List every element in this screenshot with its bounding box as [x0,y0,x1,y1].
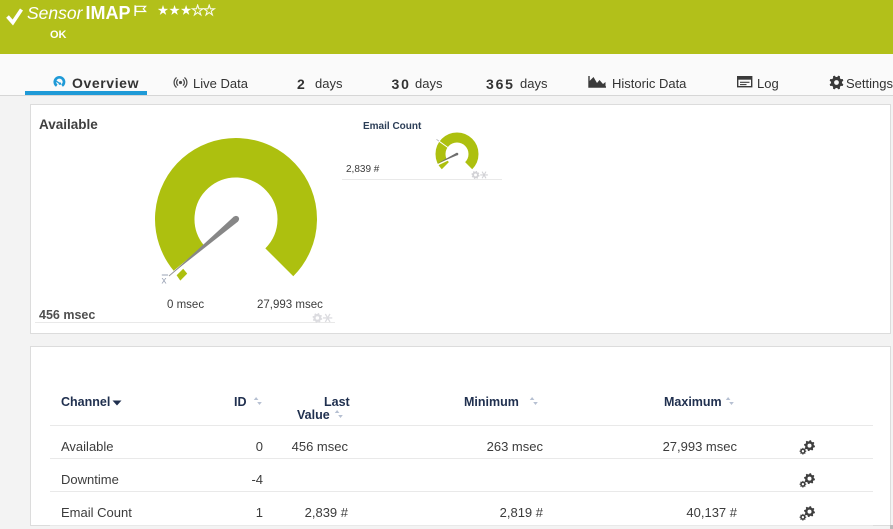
svg-text:x: x [161,276,166,287]
